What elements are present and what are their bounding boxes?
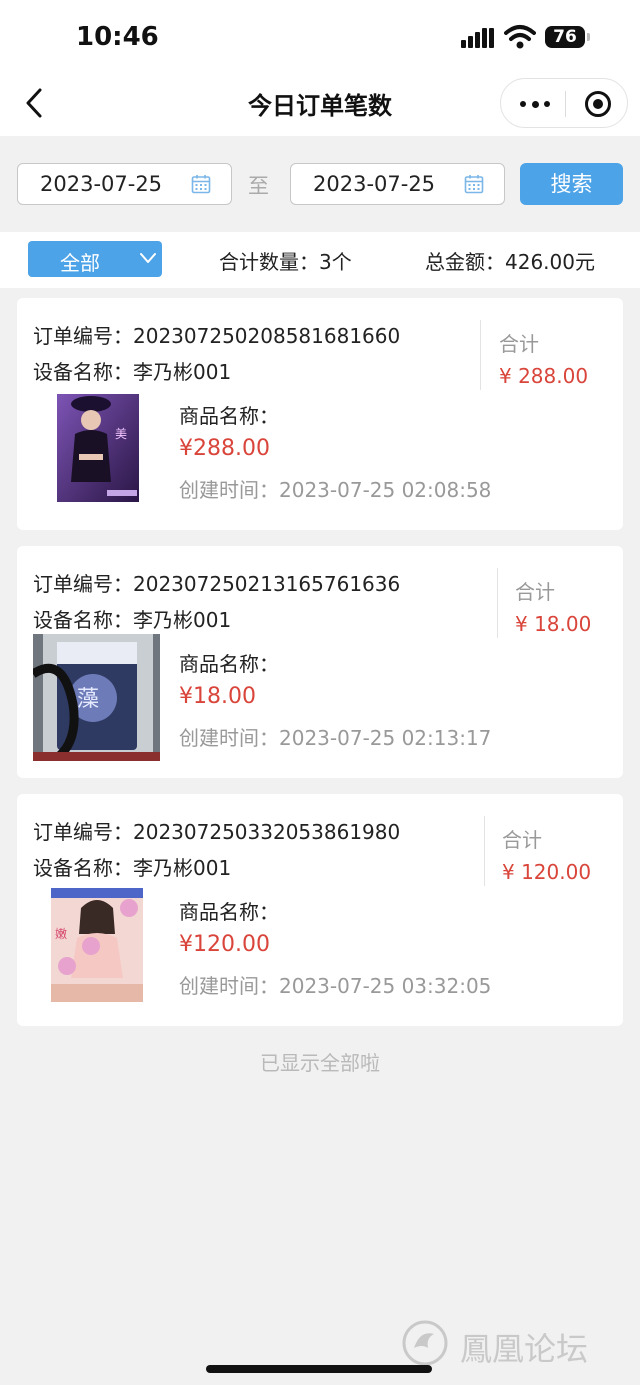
calendar-icon (191, 175, 211, 194)
product-price: ¥288.00 (179, 436, 270, 461)
card-divider (497, 568, 498, 638)
search-button[interactable]: 搜索 (520, 163, 623, 205)
created-time: 创建时间：2023-07-25 02:13:17 (179, 726, 492, 750)
mini-program-capsule (500, 78, 628, 128)
watermark-text: 鳳凰论坛 (460, 1330, 589, 1368)
total-label: 合计 (515, 580, 555, 604)
range-separator: 至 (248, 174, 269, 198)
start-date-picker[interactable]: 2023-07-25 (17, 163, 232, 205)
total-count: 合计数量：3个 (219, 250, 352, 274)
home-indicator[interactable] (206, 1365, 432, 1373)
product-image: 美 (57, 394, 139, 502)
order-card[interactable]: 订单编号：20230725033205386198​0 设备名称：李乃彬001 … (17, 794, 623, 1026)
total-value: ¥ 120.00 (502, 860, 592, 884)
wifi-icon (504, 25, 536, 49)
product-name-label: 商品名称： (179, 652, 279, 676)
created-time: 创建时间：2023-07-25 03:32:05 (179, 974, 492, 998)
created-time: 创建时间：2023-07-25 02:08:58 (179, 478, 492, 502)
total-label: 合计 (499, 332, 539, 356)
device-name: 设备名称：李乃彬001 (33, 608, 232, 632)
product-price: ¥120.00 (179, 932, 270, 957)
device-name: 设备名称：李乃彬001 (33, 360, 232, 384)
end-date-value: 2023-07-25 (313, 172, 436, 196)
summary-bar: 全部 合计数量：3个 总金额：426.00元 (0, 232, 640, 288)
product-name-label: 商品名称： (179, 404, 279, 428)
total-amount: 总金额：426.00元 (425, 250, 595, 274)
device-name: 设备名称：李乃彬001 (33, 856, 232, 880)
product-image: 藻 (33, 634, 160, 761)
calendar-icon (464, 175, 484, 194)
cellular-signal-icon (461, 28, 495, 48)
card-divider (484, 816, 485, 886)
chevron-down-icon (140, 253, 156, 263)
capsule-divider (565, 91, 566, 117)
nav-bar: 今日订单笔数 (0, 70, 640, 136)
status-bar: 10:46 76 (0, 0, 640, 70)
order-number: 订单编号：20230725020858168166​0 (33, 324, 401, 348)
card-divider (480, 320, 481, 390)
total-label: 合计 (502, 828, 542, 852)
product-image: 嫩 (51, 888, 143, 1002)
status-dropdown[interactable]: 全部 (28, 241, 162, 277)
order-card[interactable]: 订单编号：20230725020858168166​0 设备名称：李乃彬001 … (17, 298, 623, 530)
order-number: 订单编号：20230725021316576163​6 (33, 572, 401, 596)
svg-text:藻: 藻 (77, 687, 99, 712)
battery-indicator: 76 (545, 26, 585, 48)
product-price: ¥18.00 (179, 684, 256, 709)
phoenix-logo-icon (402, 1320, 448, 1366)
order-number: 订单编号：20230725033205386198​0 (33, 820, 401, 844)
end-of-list-note: 已显示全部啦 (260, 1051, 380, 1075)
dropdown-value: 全部 (60, 251, 100, 275)
product-name-label: 商品名称： (179, 900, 279, 924)
more-dots-icon[interactable] (520, 100, 550, 108)
total-value: ¥ 288.00 (499, 364, 589, 388)
total-value: ¥ 18.00 (515, 612, 592, 636)
start-date-value: 2023-07-25 (40, 172, 163, 196)
svg-text:美: 美 (115, 427, 127, 441)
order-card[interactable]: 订单编号：20230725021316576163​6 设备名称：李乃彬001 … (17, 546, 623, 778)
svg-text:嫩: 嫩 (55, 927, 67, 941)
battery-tip (587, 33, 590, 41)
target-icon[interactable] (585, 91, 611, 117)
status-time: 10:46 (76, 22, 159, 52)
date-filter: 2023-07-25 至 2023-07-25 搜索 (0, 136, 640, 232)
end-date-picker[interactable]: 2023-07-25 (290, 163, 505, 205)
